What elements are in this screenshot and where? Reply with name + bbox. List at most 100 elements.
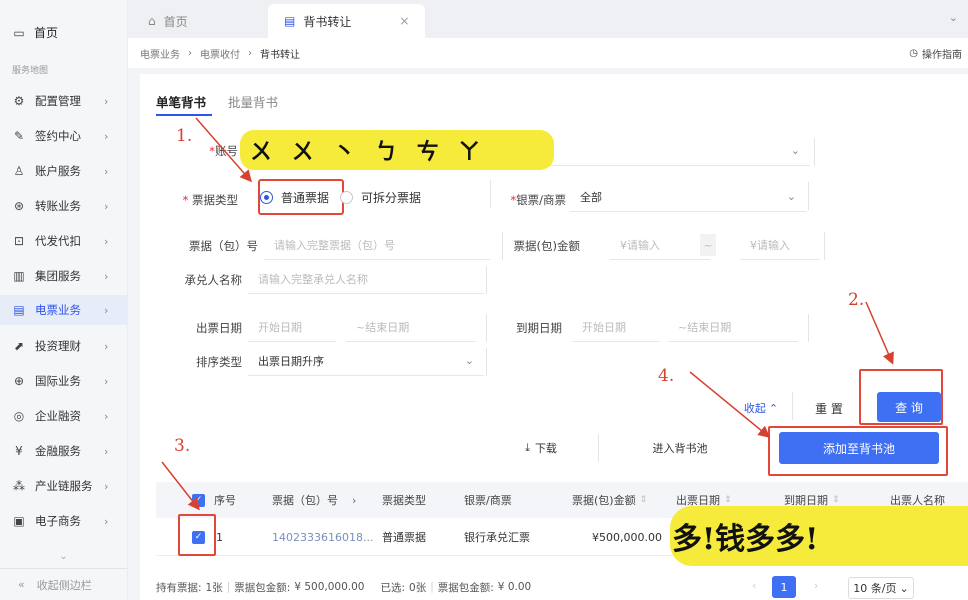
chevron-right-icon: › [248, 47, 252, 59]
tab-home[interactable]: ⌂ 首页 [132, 4, 204, 38]
prev-page-icon[interactable]: ‹ [752, 579, 756, 592]
enter-pool-button[interactable]: 进入背书池 [640, 436, 720, 460]
due-end-input[interactable]: ~结束日期 [668, 312, 798, 342]
page-size-select[interactable]: 10 条/页 ⌄ [848, 577, 914, 599]
yen-icon: ¥ [15, 444, 23, 458]
amount-min-input[interactable]: ¥请输入 [610, 230, 710, 260]
sidebar-home[interactable]: ▭ 首页 [12, 24, 58, 41]
footer-held-total-label: 票据包金额: [234, 581, 291, 594]
sidebar-item-ecommerce[interactable]: ▣ 电子商务 › [0, 506, 127, 536]
footer-selected-label: 已选: [380, 581, 406, 594]
tab-endorse[interactable]: ▤ 背书转让 × [268, 4, 426, 38]
radio-normal-bill[interactable]: 普通票据 [260, 189, 329, 206]
footer-selected-total: ¥ 0.00 [497, 581, 532, 593]
download-icon: ⤓ [525, 441, 530, 454]
compass-icon: ◷ [909, 48, 918, 59]
breadcrumb: 电票业务 › 电票收付 › 背书转让 ◷ 操作指南 [128, 38, 968, 68]
sort-icon: ⇕ [832, 495, 840, 505]
due-start-input[interactable]: 开始日期 [572, 312, 660, 342]
sidebar-item-supply-chain[interactable]: ⁂ 产业链服务 › [0, 471, 127, 501]
breadcrumb-item[interactable]: 电票收付 [200, 46, 240, 61]
building-icon: ▥ [13, 269, 25, 283]
annotation-box-row-checkbox [178, 514, 216, 556]
cell-bill-no[interactable]: 1402333616018... [272, 518, 373, 556]
reset-button[interactable]: 重 置 [804, 394, 854, 422]
add-to-pool-button[interactable]: 添加至背书池 [779, 432, 939, 464]
subtab-single[interactable]: 单笔背书 [156, 92, 206, 111]
tab-home-label: 首页 [163, 14, 188, 29]
sidebar-item-group[interactable]: ▥ 集团服务 › [0, 261, 127, 291]
due-date-label: 到期日期 [516, 321, 562, 335]
download-button[interactable]: ⤓ 下载 [516, 436, 566, 460]
next-page-icon[interactable]: › [814, 579, 818, 592]
user-icon: ♙ [13, 164, 25, 178]
target-icon: ◎ [13, 409, 25, 423]
collapse-filters-button[interactable]: 收起 ⌃ [736, 398, 786, 418]
sidebar-item-international[interactable]: ⊕ 国际业务 › [0, 366, 127, 396]
scribble-text: 多!钱多多! [672, 522, 819, 557]
issue-start-input[interactable]: 开始日期 [248, 312, 336, 342]
issue-date-label: 出票日期 [196, 321, 242, 335]
col-bill-no[interactable]: 票据（包）号 › [272, 482, 356, 518]
sidebar-item-transfer[interactable]: ⊛ 转账业务 › [0, 191, 127, 221]
breadcrumb-current: 背书转让 [260, 49, 300, 61]
issue-end-input[interactable]: ~结束日期 [346, 312, 476, 342]
amount-max-input[interactable]: ¥请输入 [740, 230, 820, 260]
annotation-step-4: 4. [658, 366, 675, 386]
sidebar-collapse[interactable]: « 收起侧边栏 [0, 568, 127, 600]
cell-bank-type: 银行承兑汇票 [464, 531, 530, 544]
double-chevron-left-icon: « [18, 578, 25, 591]
sidebar-item-financing[interactable]: ◎ 企业融资 › [0, 401, 127, 431]
annotation-step-2: 2. [848, 290, 865, 310]
sidebar-item-payroll[interactable]: ⊡ 代发代扣 › [0, 226, 127, 256]
close-icon[interactable]: × [399, 14, 409, 28]
bill-no-input[interactable]: 请输入完整票据（包）号 [264, 230, 490, 260]
chevron-down-icon: ⌄ [790, 144, 800, 157]
cell-amount: ¥500,000.00 [592, 530, 662, 544]
guide-link[interactable]: ◷ 操作指南 [909, 46, 962, 61]
annotation-step-1: 1. [176, 126, 193, 146]
sidebar-item-label: 金融服务 [35, 444, 81, 458]
divider [490, 180, 491, 208]
scribble-redaction: ㄨ ㄨ 丶 ㄅ ㄘ ㄚ [250, 139, 487, 165]
chevron-right-icon: › [104, 94, 109, 108]
tab-endorse-label: 背书转让 [303, 14, 352, 29]
chevron-down-icon: ⌄ [59, 550, 68, 562]
sidebar-item-account[interactable]: ♙ 账户服务 › [0, 156, 127, 186]
chevron-down-icon[interactable]: ⌄ [949, 11, 958, 24]
sidebar-item-invest[interactable]: ⬈ 投资理财 › [0, 331, 127, 361]
sidebar-item-ebill[interactable]: ▤ 电票业务 › [0, 295, 127, 325]
home-icon: ⌂ [148, 14, 156, 28]
divider [824, 232, 825, 260]
bill-type-label: * 票据类型 [182, 193, 238, 207]
acceptor-input[interactable]: 请输入完整承兑人名称 [248, 264, 484, 294]
chevron-right-icon: › [104, 269, 109, 283]
bank-type-select[interactable]: 全部 ⌄ [570, 182, 806, 212]
sort-icon: ⇕ [724, 495, 732, 505]
breadcrumb-item[interactable]: 电票业务 [140, 46, 180, 61]
sort-label: 排序类型 [196, 355, 242, 369]
chevron-right-icon: › [104, 303, 109, 317]
page-current[interactable]: 1 [772, 576, 796, 598]
sidebar-item-config[interactable]: ⚙ 配置管理 › [0, 86, 127, 116]
sidebar-item-label: 投资理财 [35, 339, 81, 353]
sort-select[interactable]: 出票日期升序 ⌄ [248, 346, 484, 376]
query-button[interactable]: 查 询 [877, 392, 941, 422]
import-icon: ⊡ [13, 234, 25, 248]
sidebar-item-label: 企业融资 [35, 409, 81, 423]
highlighter-scribble-bottom: 多!钱多多! [670, 506, 968, 566]
chevron-right-icon: › [352, 493, 357, 507]
service-map-label: 服务地图 [12, 66, 49, 76]
guide-label: 操作指南 [922, 50, 962, 61]
sidebar-item-sign[interactable]: ✎ 签约中心 › [0, 121, 127, 151]
chevron-right-icon: › [104, 409, 109, 423]
document-icon: ▤ [13, 303, 25, 317]
radio-splittable-bill[interactable]: 可拆分票据 [340, 189, 421, 206]
subtab-batch[interactable]: 批量背书 [228, 92, 278, 111]
chevron-right-icon: › [104, 129, 109, 143]
sidebar-item-finance[interactable]: ¥ 金融服务 › [0, 436, 127, 466]
select-all-checkbox[interactable]: ✓ [192, 482, 205, 518]
col-amount[interactable]: 票据(包)金额 ⇕ [572, 482, 647, 518]
chevron-right-icon: › [104, 164, 109, 178]
sidebar-scroll-down[interactable]: ⌄ [0, 545, 127, 567]
